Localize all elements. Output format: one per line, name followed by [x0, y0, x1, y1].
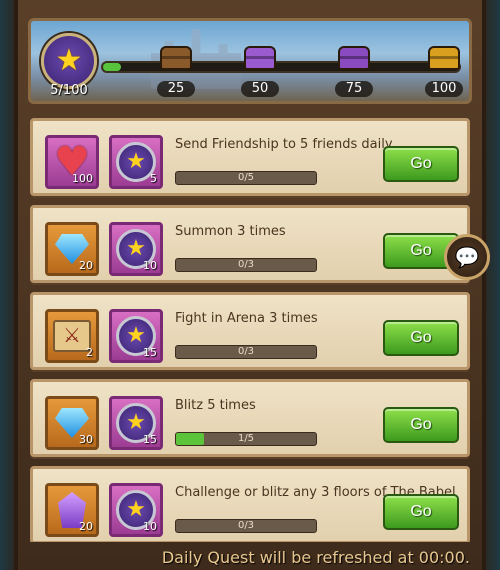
reward-item-1[interactable]: 2	[45, 309, 99, 363]
go-button[interactable]: Go	[383, 407, 459, 443]
reward-count: 20	[79, 520, 93, 533]
quest-row: 20 ★ 10 Summon 3 times 0/3 Go	[30, 205, 470, 283]
quest-row: 20 ★ 10 Challenge or blitz any 3 floors …	[30, 466, 470, 542]
reward-item-2[interactable]: ★ 5	[109, 135, 163, 189]
quest-row: 30 ★ 15 Blitz 5 times 1/5 Go	[30, 379, 470, 457]
reward-item-2[interactable]: ★ 15	[109, 309, 163, 363]
quest-progress-text: 0/3	[237, 520, 255, 531]
quest-progress-text: 0/3	[237, 259, 255, 270]
chat-bubble-icon: 💬	[454, 245, 480, 269]
milestone-label-75: 75	[335, 81, 373, 97]
activity-medal-icon: ★	[41, 33, 97, 89]
quest-progress-bar: 0/3	[175, 519, 317, 533]
quest-progress-bar: 0/3	[175, 258, 317, 272]
purple-chest-icon	[338, 46, 370, 70]
go-button[interactable]: Go	[383, 146, 459, 182]
activity-progress-fill	[103, 63, 121, 71]
reward-item-2[interactable]: ★ 10	[109, 483, 163, 537]
go-button[interactable]: Go	[383, 494, 459, 530]
wooden-chest-icon	[160, 46, 192, 70]
golden-chest-icon	[428, 46, 460, 70]
left-border-decoration	[0, 0, 14, 570]
reward-count: 30	[79, 433, 93, 446]
quest-progress-text: 0/5	[237, 172, 255, 183]
reward-item-2[interactable]: ★ 10	[109, 222, 163, 276]
quest-progress-text: 1/5	[237, 433, 255, 444]
milestone-label-50: 50	[241, 81, 279, 97]
reward-count: 10	[143, 259, 157, 272]
reward-item-2[interactable]: ★ 15	[109, 396, 163, 450]
quest-title: Fight in Arena 3 times	[175, 311, 318, 326]
reward-count: 20	[79, 259, 93, 272]
quest-title: Send Friendship to 5 friends daily	[175, 137, 393, 152]
milestone-chest-25[interactable]	[159, 43, 193, 73]
purple-chest-icon	[244, 46, 276, 70]
reward-item-1[interactable]: 30	[45, 396, 99, 450]
go-button[interactable]: Go	[383, 320, 459, 356]
refresh-notice: Daily Quest will be refreshed at 00:00.	[161, 548, 470, 567]
reward-count: 100	[72, 172, 93, 185]
quest-list[interactable]: ♥ 100 ★ 5 Send Friendship to 5 friends d…	[30, 118, 470, 542]
quest-progress-text: 0/3	[237, 346, 255, 357]
milestone-chest-75[interactable]	[337, 43, 371, 73]
quest-progress-bar: 0/5	[175, 171, 317, 185]
milestone-chest-100[interactable]	[427, 43, 461, 73]
reward-count: 15	[143, 346, 157, 359]
milestone-label-100: 100	[425, 81, 463, 97]
activity-points: 5/100	[50, 83, 88, 98]
quest-row: ♥ 100 ★ 5 Send Friendship to 5 friends d…	[30, 118, 470, 196]
activity-progress-track	[101, 61, 461, 73]
reward-count: 15	[143, 433, 157, 446]
reward-count: 5	[150, 172, 157, 185]
milestone-label-25: 25	[157, 81, 195, 97]
activity-progress-header: ★ 5/100 25 50 75 100	[28, 18, 472, 104]
milestone-chest-50[interactable]	[243, 43, 277, 73]
quest-progress-bar: 1/5	[175, 432, 317, 446]
right-border-decoration	[486, 0, 500, 570]
quest-title: Blitz 5 times	[175, 398, 256, 413]
quest-progress-bar: 0/3	[175, 345, 317, 359]
chat-button[interactable]: 💬	[444, 234, 490, 280]
quest-title: Summon 3 times	[175, 224, 286, 239]
reward-item-1[interactable]: ♥ 100	[45, 135, 99, 189]
reward-count: 2	[86, 346, 93, 359]
reward-item-1[interactable]: 20	[45, 483, 99, 537]
quest-row: 2 ★ 15 Fight in Arena 3 times 0/3 Go	[30, 292, 470, 370]
reward-item-1[interactable]: 20	[45, 222, 99, 276]
reward-count: 10	[143, 520, 157, 533]
